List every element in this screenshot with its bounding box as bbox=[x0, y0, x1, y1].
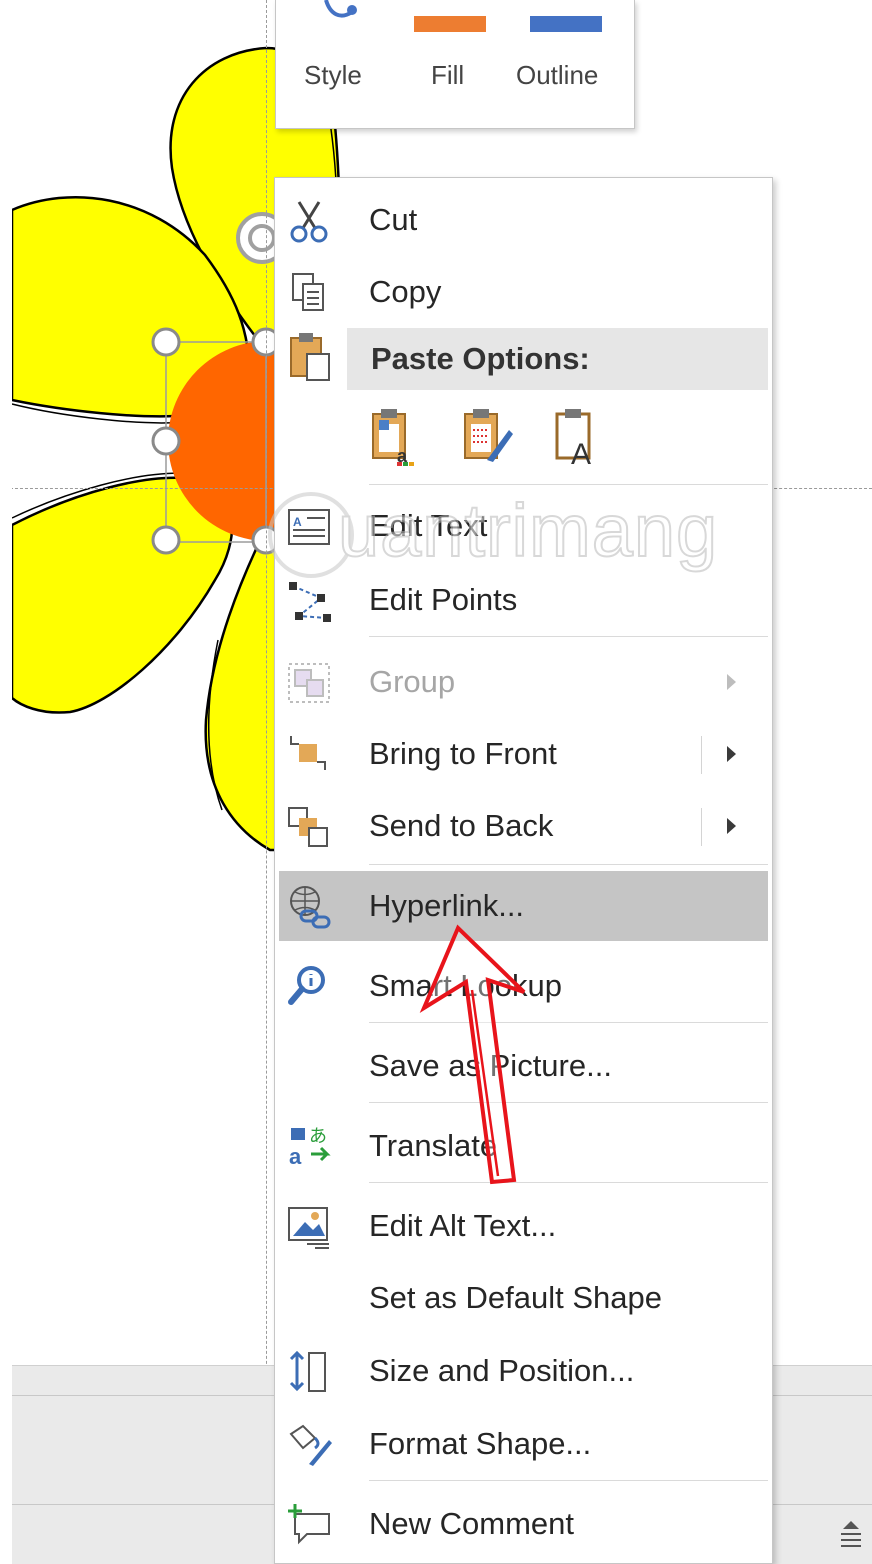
notes-icon[interactable] bbox=[838, 1518, 864, 1552]
outline-label: Outline bbox=[516, 60, 599, 90]
svg-text:A: A bbox=[571, 438, 591, 466]
menu-item-set-default-shape[interactable]: Set as Default Shape bbox=[275, 1268, 772, 1328]
menu-separator bbox=[369, 1022, 768, 1023]
window-edge bbox=[0, 0, 12, 1564]
resize-handle-bl[interactable] bbox=[151, 525, 181, 555]
menu-item-save-as-picture[interactable]: Save as Picture... bbox=[275, 1036, 772, 1096]
format-shape-icon bbox=[289, 1424, 332, 1466]
menu-item-smart-lookup[interactable]: Smart Lookup bbox=[275, 956, 772, 1016]
smart-lookup-icon bbox=[288, 966, 325, 1005]
menu-item-copy[interactable]: Copy bbox=[275, 262, 772, 322]
menu-item-label: Bring to Front bbox=[369, 736, 557, 771]
menu-item-cut[interactable]: Cut bbox=[275, 190, 772, 250]
edit-text-icon: A bbox=[288, 509, 330, 545]
menu-item-label: Copy bbox=[369, 274, 442, 309]
style-label: Style bbox=[304, 60, 362, 90]
menu-item-label: Send to Back bbox=[369, 808, 554, 843]
fill-color-swatch bbox=[414, 16, 486, 32]
svg-text:A: A bbox=[293, 515, 302, 529]
group-icon bbox=[288, 663, 330, 703]
context-menu: Cut Copy Paste Options: a A A Edit Text … bbox=[274, 177, 773, 1564]
menu-item-label: Edit Text bbox=[369, 508, 488, 543]
translate-icon: あ a bbox=[289, 1126, 331, 1169]
menu-separator bbox=[369, 1182, 768, 1183]
svg-text:a: a bbox=[289, 1144, 302, 1169]
outline-button[interactable]: Outline bbox=[516, 0, 626, 128]
menu-separator bbox=[369, 864, 768, 865]
menu-item-new-comment[interactable]: New Comment bbox=[275, 1494, 772, 1554]
menu-item-label: Set as Default Shape bbox=[369, 1280, 662, 1315]
svg-text:あ: あ bbox=[309, 1126, 327, 1147]
submenu-arrow-icon[interactable] bbox=[727, 746, 736, 762]
menu-item-edit-alt-text[interactable]: Edit Alt Text... bbox=[275, 1196, 772, 1256]
hyperlink-icon bbox=[290, 886, 331, 929]
copy-icon bbox=[292, 273, 324, 311]
size-position-icon bbox=[289, 1350, 326, 1392]
fill-button[interactable]: Fill bbox=[406, 0, 496, 128]
split-separator bbox=[701, 808, 702, 846]
menu-item-label: Edit Alt Text... bbox=[369, 1208, 557, 1243]
outline-color-swatch bbox=[530, 16, 602, 32]
menu-item-group[interactable]: Group bbox=[275, 652, 772, 712]
menu-item-translate[interactable]: あ a Translate bbox=[275, 1116, 772, 1176]
mini-toolbar: Style Fill Outline bbox=[275, 0, 635, 129]
menu-item-label: Format Shape... bbox=[369, 1426, 592, 1461]
fill-label: Fill bbox=[431, 60, 465, 90]
menu-item-edit-text[interactable]: A Edit Text bbox=[275, 496, 772, 556]
menu-item-label: Smart Lookup bbox=[369, 968, 562, 1003]
menu-separator bbox=[369, 484, 768, 485]
menu-item-label: Group bbox=[369, 664, 456, 699]
edit-points-icon bbox=[289, 582, 331, 622]
bring-to-front-icon bbox=[290, 736, 326, 770]
paste-icon bbox=[290, 333, 330, 381]
menu-item-format-shape[interactable]: Format Shape... bbox=[275, 1414, 772, 1474]
slide-canvas: Style Fill Outline Cut Copy Paste Option… bbox=[0, 0, 872, 1564]
paste-use-destination-theme-icon[interactable]: a bbox=[367, 406, 423, 466]
menu-item-label: Hyperlink... bbox=[369, 888, 525, 923]
menu-item-send-to-back[interactable]: Send to Back bbox=[275, 796, 772, 856]
menu-item-label: Save as Picture... bbox=[369, 1048, 612, 1083]
menu-separator bbox=[369, 1102, 768, 1103]
split-separator bbox=[701, 736, 702, 774]
scissors-icon bbox=[290, 201, 328, 243]
menu-item-label: Edit Points bbox=[369, 582, 518, 617]
submenu-arrow-icon bbox=[727, 674, 736, 690]
submenu-arrow-icon[interactable] bbox=[727, 818, 736, 834]
menu-item-hyperlink[interactable]: Hyperlink... bbox=[279, 871, 768, 941]
menu-item-bring-to-front[interactable]: Bring to Front bbox=[275, 724, 772, 784]
menu-item-label: New Comment bbox=[369, 1506, 574, 1541]
paste-keep-text-only-icon[interactable]: A bbox=[551, 406, 607, 466]
alt-text-icon bbox=[288, 1207, 329, 1249]
menu-separator bbox=[369, 636, 768, 637]
new-comment-icon bbox=[288, 1504, 330, 1545]
style-button[interactable]: Style bbox=[288, 0, 384, 128]
smart-guide-vertical bbox=[266, 0, 267, 1564]
resize-handle-tl[interactable] bbox=[151, 327, 181, 357]
send-to-back-icon bbox=[288, 807, 328, 847]
paste-options-label: Paste Options: bbox=[371, 341, 590, 376]
shape-style-icon bbox=[324, 0, 357, 18]
menu-item-label: Size and Position... bbox=[369, 1353, 635, 1388]
menu-item-edit-points[interactable]: Edit Points bbox=[275, 570, 772, 630]
menu-item-label: Cut bbox=[369, 202, 418, 237]
resize-handle-ml[interactable] bbox=[151, 426, 181, 456]
menu-separator bbox=[369, 1480, 768, 1481]
menu-item-label: Translate bbox=[369, 1128, 498, 1163]
menu-item-size-and-position[interactable]: Size and Position... bbox=[275, 1341, 772, 1401]
paste-keep-source-formatting-icon[interactable] bbox=[459, 406, 515, 466]
paste-options-header: Paste Options: bbox=[347, 328, 768, 390]
